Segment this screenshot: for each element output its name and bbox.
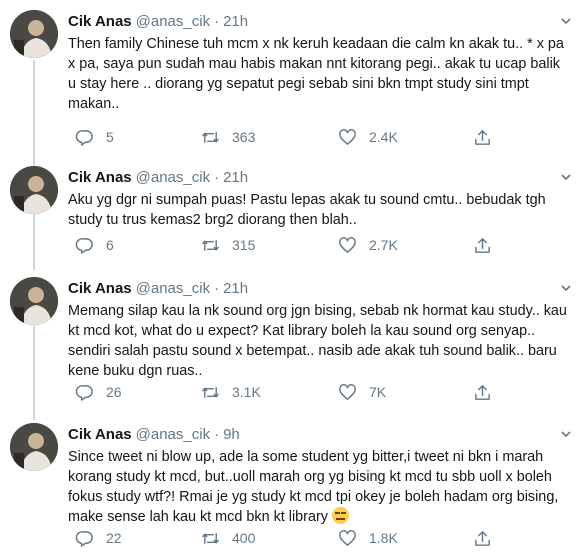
tweet[interactable]: Cik Anas @anas_cik · 21h Then family Chines…: [0, 0, 587, 156]
retweet-icon: [202, 131, 219, 143]
like-icon: [339, 529, 356, 546]
tweet[interactable]: Cik Anas @anas_cik · 21h Memang silap kau l…: [0, 267, 587, 413]
tweet-thread: Cik Anas @anas_cik · 21h Then family Chines…: [0, 0, 587, 554]
avatar[interactable]: [10, 423, 58, 471]
tweet-text: Then family Chinese tuh mcm x nk keruh k…: [68, 36, 564, 112]
reply-icon: [75, 129, 93, 146]
like-icon: [339, 128, 356, 145]
tweet-header: Cik Anas @anas_cik · 21h: [68, 168, 248, 188]
tweet-actions: 22 400 1.8K: [68, 527, 498, 549]
chevron-down-icon[interactable]: [559, 14, 573, 28]
separator-dot: ·: [214, 426, 220, 443]
reply-icon: [75, 530, 93, 547]
tweet-header: Cik Anas @anas_cik · 21h: [68, 12, 248, 32]
chevron-down-icon[interactable]: [559, 170, 573, 184]
tweet-header: Cik Anas @anas_cik · 9h: [68, 425, 240, 445]
tweet[interactable]: Cik Anas @anas_cik · 21h Aku yg dgr ni sump…: [0, 156, 587, 267]
tweet[interactable]: Cik Anas @anas_cik · 9h Since tweet ni blow…: [0, 413, 587, 554]
retweet-icon: [202, 532, 219, 544]
tweet-actions: 26 3.1K 7K: [68, 381, 498, 403]
timestamp[interactable]: 21h: [223, 169, 248, 186]
like-count: 2.7K: [369, 237, 398, 253]
author-name[interactable]: Cik Anas: [68, 13, 132, 30]
reply-count: 22: [106, 530, 122, 546]
retweet-button[interactable]: 363: [201, 126, 255, 148]
like-count: 1.8K: [369, 530, 398, 546]
chevron-down-icon[interactable]: [559, 281, 573, 295]
timestamp[interactable]: 21h: [223, 280, 248, 297]
like-icon: [339, 236, 356, 253]
share-button[interactable]: [473, 234, 504, 256]
tweet-text: Since tweet ni blow up, ade la some stud…: [68, 449, 559, 525]
reply-button[interactable]: 22: [75, 527, 122, 549]
share-icon: [475, 384, 490, 400]
author-name[interactable]: Cik Anas: [68, 426, 132, 443]
share-icon: [475, 530, 490, 546]
retweet-count: 400: [232, 530, 256, 546]
reply-icon: [75, 384, 93, 401]
avatar[interactable]: [10, 166, 58, 214]
author-handle[interactable]: @anas_cik: [136, 280, 210, 297]
author-handle[interactable]: @anas_cik: [136, 169, 210, 186]
timestamp[interactable]: 9h: [223, 426, 240, 443]
like-count: 2.4K: [369, 129, 398, 145]
reply-count: 26: [106, 384, 122, 400]
share-icon: [475, 129, 490, 145]
retweet-icon: [202, 386, 219, 398]
tweet-actions: 5 363 2.4K: [68, 126, 498, 148]
like-button[interactable]: 2.4K: [338, 126, 398, 148]
tweet-text-container: Since tweet ni blow up, ade la some stud…: [68, 447, 568, 527]
retweet-button[interactable]: 3.1K: [201, 381, 261, 403]
author-handle[interactable]: @anas_cik: [136, 426, 210, 443]
tweet-actions: 6 315 2.7K: [68, 234, 498, 256]
expressionless-face-emoji: [331, 507, 349, 524]
tweet-header: Cik Anas @anas_cik · 21h: [68, 279, 248, 299]
share-button[interactable]: [473, 126, 504, 148]
like-button[interactable]: 7K: [338, 381, 386, 403]
like-icon: [339, 383, 356, 400]
reply-count: 6: [106, 237, 114, 253]
timestamp[interactable]: 21h: [223, 13, 248, 30]
share-icon: [475, 237, 490, 253]
chevron-down-icon[interactable]: [559, 427, 573, 441]
author-name[interactable]: Cik Anas: [68, 169, 132, 186]
author-name[interactable]: Cik Anas: [68, 280, 132, 297]
like-count: 7K: [369, 384, 387, 400]
share-button[interactable]: [473, 527, 504, 549]
separator-dot: ·: [214, 280, 220, 297]
reply-button[interactable]: 6: [75, 234, 114, 256]
reply-count: 5: [106, 129, 114, 145]
avatar[interactable]: [10, 10, 58, 58]
retweet-icon: [202, 239, 219, 251]
separator-dot: ·: [214, 13, 220, 30]
reply-icon: [75, 237, 93, 254]
retweet-count: 363: [232, 129, 256, 145]
tweet-text: Memang silap kau la nk sound org jgn bis…: [68, 303, 567, 379]
reply-button[interactable]: 5: [75, 126, 114, 148]
reply-button[interactable]: 26: [75, 381, 122, 403]
share-button[interactable]: [473, 381, 504, 403]
retweet-count: 3.1K: [232, 384, 261, 400]
avatar[interactable]: [10, 277, 58, 325]
tweet-text: Aku yg dgr ni sumpah puas! Pastu lepas a…: [68, 192, 546, 228]
like-button[interactable]: 2.7K: [338, 234, 398, 256]
retweet-button[interactable]: 400: [201, 527, 255, 549]
retweet-count: 315: [232, 237, 256, 253]
author-handle[interactable]: @anas_cik: [136, 13, 210, 30]
separator-dot: ·: [214, 169, 220, 186]
retweet-button[interactable]: 315: [201, 234, 255, 256]
like-button[interactable]: 1.8K: [338, 527, 398, 549]
